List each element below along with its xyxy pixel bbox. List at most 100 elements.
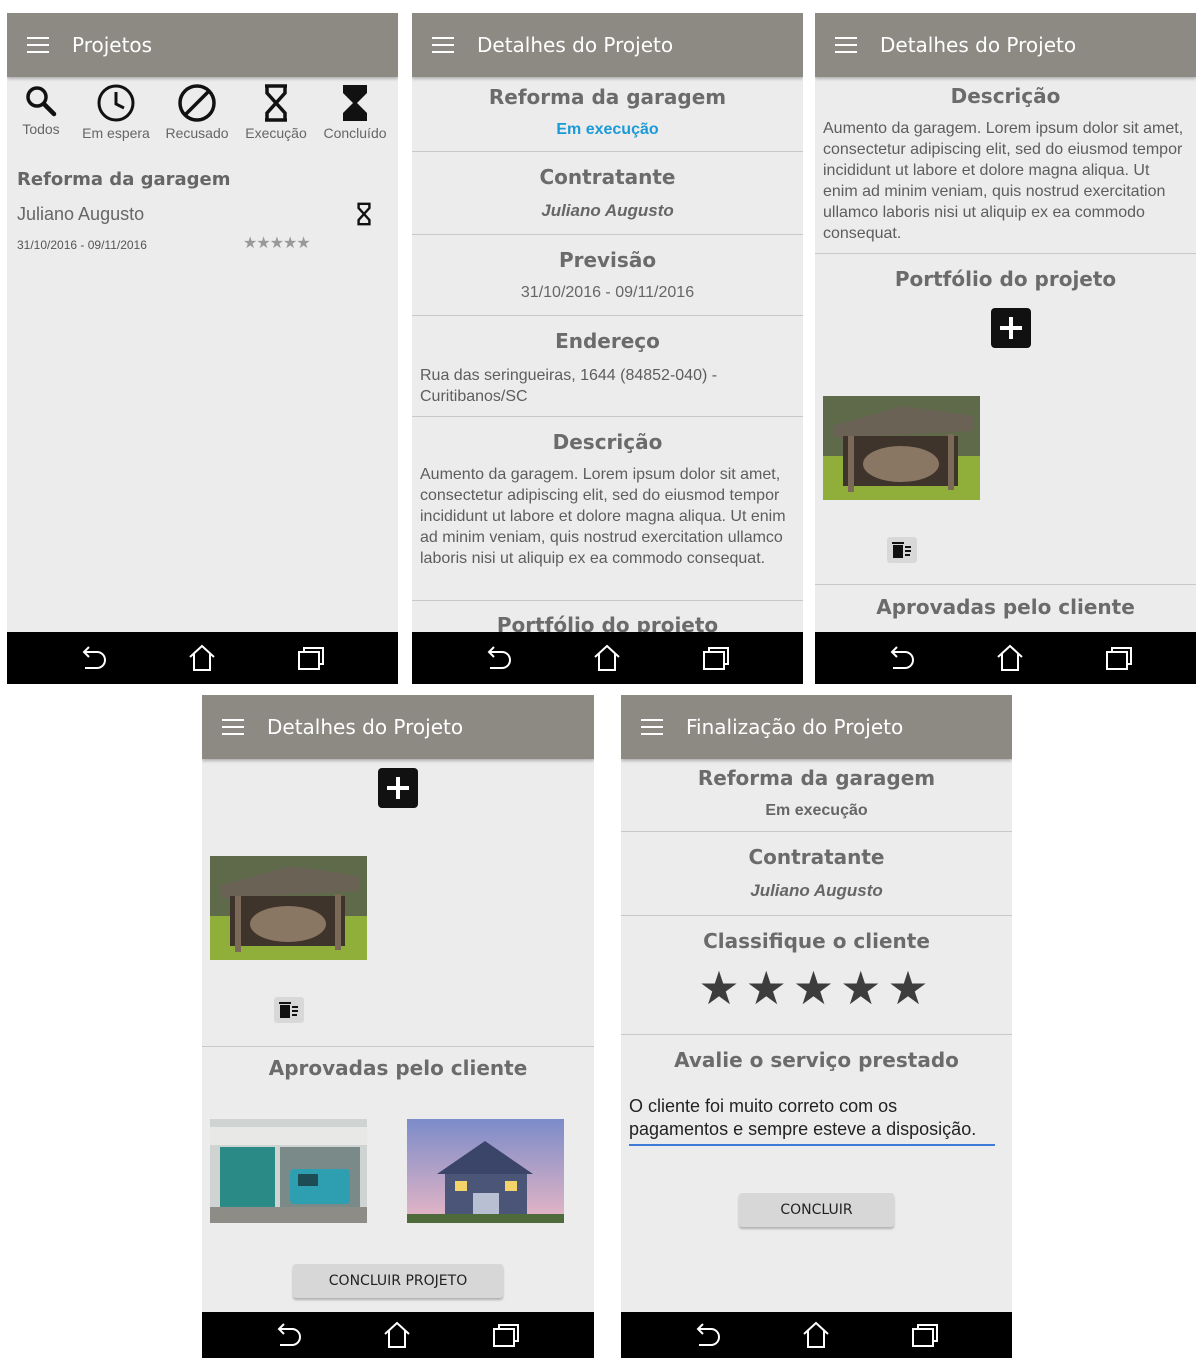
screen-details-1: Detalhes do Projeto Reforma da garagem E… [412,13,803,684]
star-icon[interactable]: ★ [840,962,887,1014]
project-header-section: Reforma da garagem Em execução [621,759,1012,832]
android-nav-bar [7,632,398,684]
approved-label: Aprovadas pelo cliente [876,595,1135,619]
portfolio-photo-old-garage[interactable] [210,856,367,960]
details-content: Descrição Aumento da garagem. Lorem ipsu… [815,77,1196,632]
home-icon[interactable] [381,1319,413,1351]
project-dates: 31/10/2016 - 09/11/2016 [17,238,147,252]
star-icon[interactable]: ★ [793,962,840,1014]
menu-icon[interactable] [27,37,49,53]
app-bar-title: Finalização do Projeto [686,715,904,739]
recents-icon[interactable] [700,642,732,674]
back-icon[interactable] [482,642,514,674]
project-header-section: Reforma da garagem Em execução [412,77,803,152]
project-list-item[interactable]: Reforma da garagem Juliano Augusto 31/10… [17,169,387,259]
approved-photo-house[interactable] [407,1119,564,1223]
recents-icon[interactable] [490,1319,522,1351]
app-bar-title: Detalhes do Projeto [880,33,1077,57]
app-bar-title: Detalhes do Projeto [477,33,674,57]
app-bar: Projetos [7,13,398,77]
home-icon[interactable] [994,642,1026,674]
clock-icon [97,84,135,122]
portfolio-label: Portfólio do projeto [894,267,1117,291]
back-icon[interactable] [691,1319,723,1351]
block-icon [178,84,216,122]
android-nav-bar [815,632,1196,684]
star-icon[interactable]: ★ [887,962,934,1014]
details-content: Reforma da garagem Em execução Contratan… [412,77,803,632]
forecast-label: Previsão [558,248,657,272]
filter-label: Execução [245,125,307,141]
screen-projects: Projetos Todos Em espera Recusado Execuç… [7,13,398,684]
back-icon[interactable] [885,642,917,674]
search-icon [26,86,57,117]
address-label: Endereço [555,329,660,353]
description-section: Descrição Aumento da garagem. Lorem ipsu… [815,77,1196,254]
delete-photo-button[interactable] [274,997,304,1023]
star-icon[interactable]: ★ [698,962,745,1014]
filter-concluido[interactable]: Concluído [315,83,395,141]
menu-icon[interactable] [222,719,244,735]
recents-icon[interactable] [909,1319,941,1351]
delete-photo-button[interactable] [887,537,917,563]
android-nav-bar [621,1312,1012,1358]
filter-label: Recusado [165,125,229,141]
menu-icon[interactable] [432,37,454,53]
description-label: Descrição [552,430,663,454]
recents-icon[interactable] [1103,642,1135,674]
details-content: Aprovadas pelo cliente CONCLUIR PROJETO [202,759,594,1306]
rating-stars: ★★★★★ [621,965,1012,1011]
star-icon[interactable]: ★ [746,962,793,1014]
projects-content: Todos Em espera Recusado Execução Conclu… [7,77,398,632]
finalize-content: Reforma da garagem Em execução Contratan… [621,759,1012,1306]
contractor-name: Juliano Augusto [541,201,674,220]
contractor-name: Juliano Augusto [750,881,883,900]
conclude-button[interactable]: CONCLUIR [739,1193,894,1227]
home-icon[interactable] [800,1319,832,1351]
recents-icon[interactable] [295,642,327,674]
review-input[interactable]: O cliente foi muito correto com os pagam… [629,1095,995,1146]
trash-icon [892,542,911,558]
forecast-section: Previsão 31/10/2016 - 09/11/2016 [412,235,803,316]
home-icon[interactable] [591,642,623,674]
rating-stars: ★★★★★ [243,235,311,252]
app-bar: Detalhes do Projeto [412,13,803,77]
menu-icon[interactable] [641,719,663,735]
filter-label: Todos [22,121,60,137]
review-section: Avalie o serviço prestado O cliente foi … [621,1035,1012,1265]
approved-label: Aprovadas pelo cliente [268,1056,528,1080]
add-photo-button[interactable] [378,768,418,808]
android-nav-bar [202,1312,594,1358]
app-bar-title: Projetos [72,33,153,57]
android-nav-bar [412,632,803,684]
back-icon[interactable] [272,1319,304,1351]
filter-todos[interactable]: Todos [7,83,81,137]
address-section: Endereço Rua das seringueiras, 1644 (848… [412,316,803,417]
hourglass-empty-icon [265,84,287,122]
filter-label: Em espera [82,125,150,141]
screen-details-3: Detalhes do Projeto Aprovadas pelo clien… [202,695,594,1358]
menu-icon[interactable] [835,37,857,53]
home-icon[interactable] [186,642,218,674]
filter-recusado[interactable]: Recusado [157,83,237,141]
project-client: Juliano Augusto [17,204,145,224]
back-icon[interactable] [77,642,109,674]
app-bar-title: Detalhes do Projeto [267,715,464,739]
filter-label: Concluído [323,125,387,141]
filter-execucao[interactable]: Execução [236,83,316,141]
portfolio-section [202,759,594,1047]
add-photo-button[interactable] [991,308,1031,348]
filter-em-espera[interactable]: Em espera [76,83,156,141]
portfolio-photo-old-garage[interactable] [823,396,980,500]
conclude-project-button[interactable]: CONCLUIR PROJETO [293,1264,503,1298]
project-status: Em execução [765,802,868,819]
rating-section: Classifique o cliente ★★★★★ [621,916,1012,1035]
portfolio-section: Portfólio do projeto [815,254,1196,585]
approved-photo-garage-van[interactable] [210,1119,367,1223]
description-text: Aumento da garagem. Lorem ipsum dolor si… [823,120,1184,242]
app-bar: Finalização do Projeto [621,695,1012,759]
portfolio-label: Portfólio do projeto [496,613,719,632]
screen-finalize: Finalização do Projeto Reforma da garage… [621,695,1012,1358]
contractor-label: Contratante [539,165,676,189]
review-label: Avalie o serviço prestado [674,1048,959,1072]
